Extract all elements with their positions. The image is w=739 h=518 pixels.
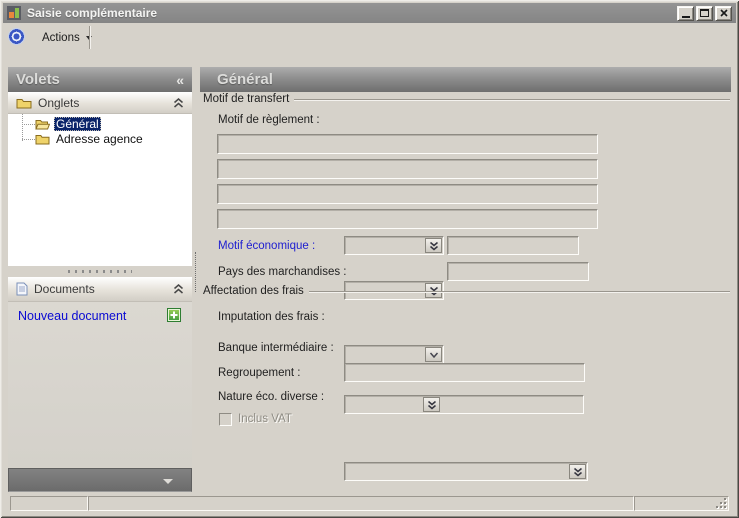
titlebar[interactable]: Saisie complémentaire <box>3 3 736 23</box>
minimize-button[interactable] <box>677 5 694 21</box>
window-title: Saisie complémentaire <box>27 6 158 20</box>
sidebar-splitter-handle[interactable] <box>8 266 192 276</box>
chevrons-up-icon[interactable] <box>173 284 184 294</box>
tree-connector <box>22 139 35 140</box>
banque-intermediaire-label: Banque intermédiaire : <box>218 342 334 354</box>
maximize-button[interactable] <box>696 5 713 21</box>
regroupement-label: Regroupement : <box>218 367 301 379</box>
chevron-down-icon <box>163 479 173 484</box>
main-title: Général <box>217 71 273 88</box>
onglets-tree: Général Adresse agence <box>8 114 192 266</box>
statusbar-panel-right <box>634 496 729 511</box>
documents-section-header[interactable]: Documents <box>8 277 192 302</box>
chevron-down-icon[interactable] <box>425 347 442 362</box>
grip-dots-icon <box>68 269 132 273</box>
add-document-button[interactable] <box>167 308 181 322</box>
nature-eco-diverse-label: Nature éco. diverse : <box>218 391 325 403</box>
sidebar-title: Volets <box>16 71 60 88</box>
group-divider <box>308 291 730 292</box>
motif-reglement-input-1[interactable] <box>217 134 598 154</box>
motif-economique-combobox[interactable] <box>344 236 444 255</box>
imputation-frais-label: Imputation des frais : <box>218 311 325 323</box>
document-icon <box>16 282 28 296</box>
onglets-label: Onglets <box>38 95 80 110</box>
resize-grip-icon[interactable] <box>716 498 728 510</box>
actions-button[interactable]: Actions <box>32 26 102 49</box>
tree-item-adresse-agence[interactable]: Adresse agence <box>35 131 145 147</box>
new-document-link[interactable]: Nouveau document <box>18 309 126 323</box>
documents-panel: Nouveau document <box>8 302 192 467</box>
sidebar-bottom-dropdown[interactable] <box>8 468 192 492</box>
pays-marchandises-input[interactable] <box>447 262 589 281</box>
motif-reglement-input-2[interactable] <box>217 159 598 179</box>
banque-intermediaire-combobox[interactable] <box>344 395 584 414</box>
statusbar <box>4 494 735 514</box>
toolbar: Actions <box>3 23 736 53</box>
documents-label: Documents <box>34 282 95 296</box>
app-icon <box>7 6 21 20</box>
inclus-vat-label: Inclus VAT <box>238 413 292 425</box>
chevrons-up-icon[interactable] <box>173 97 184 108</box>
tree-item-label: Général <box>54 117 101 131</box>
dialog-window: Saisie complémentaire Actions Volets « O… <box>0 0 739 518</box>
toolbar-separator <box>89 26 90 49</box>
nature-eco-diverse-combobox[interactable] <box>344 462 588 481</box>
collapse-panel-icon[interactable]: « <box>176 73 184 87</box>
sidebar-header: Volets « <box>8 67 192 92</box>
close-icon <box>719 9 728 17</box>
motif-economique-label[interactable]: Motif économique : <box>218 240 315 252</box>
double-chevron-down-icon[interactable] <box>425 238 442 253</box>
inclus-vat-checkbox[interactable] <box>219 413 232 426</box>
group-divider <box>294 99 730 100</box>
folder-icon <box>16 98 32 108</box>
actions-label: Actions <box>42 31 80 44</box>
pays-marchandises-label: Pays des marchandises : <box>218 266 347 278</box>
vertical-splitter-handle[interactable] <box>195 252 196 292</box>
tree-connector <box>22 114 23 141</box>
tree-item-label: Adresse agence <box>56 132 143 146</box>
minimize-icon <box>681 15 690 18</box>
plus-icon <box>170 311 178 319</box>
statusbar-panel-center <box>88 496 634 511</box>
onglets-section-header[interactable]: Onglets <box>8 92 192 114</box>
close-button[interactable] <box>715 5 732 21</box>
double-chevron-down-icon[interactable] <box>569 464 586 479</box>
folder-icon <box>35 135 50 145</box>
tree-connector <box>22 124 35 125</box>
motif-economique-input[interactable] <box>447 236 579 255</box>
transfer-group-title: Motif de transfert <box>203 93 730 105</box>
motif-reglement-input-4[interactable] <box>217 209 598 229</box>
frais-group-title: Affectation des frais <box>203 285 730 297</box>
target-icon[interactable] <box>8 28 25 45</box>
imputation-frais-combobox[interactable] <box>344 345 444 364</box>
tree-item-general[interactable]: Général <box>35 116 101 132</box>
motif-reglement-label: Motif de règlement : <box>218 114 320 126</box>
main-header: Général <box>200 67 731 92</box>
regroupement-input[interactable] <box>344 363 585 382</box>
motif-reglement-input-3[interactable] <box>217 184 598 204</box>
double-chevron-down-icon[interactable] <box>423 397 440 412</box>
maximize-icon <box>700 9 709 17</box>
statusbar-panel-left <box>10 496 88 511</box>
folder-open-icon <box>35 120 50 130</box>
